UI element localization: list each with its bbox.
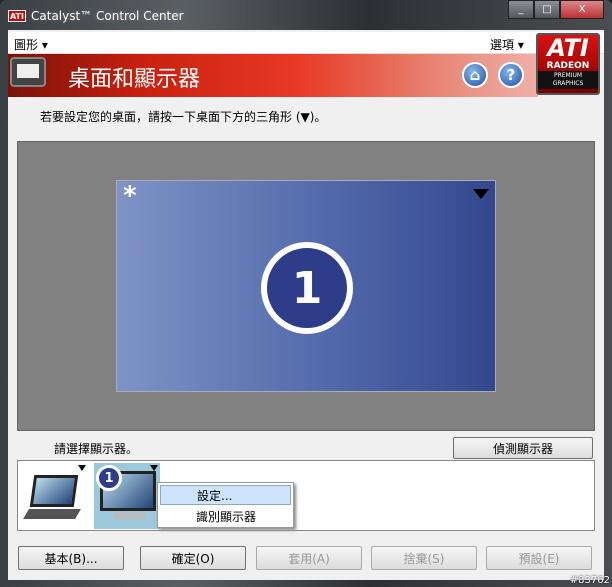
close-button[interactable]: X — [560, 0, 604, 19]
window-title: Catalyst™ Control Center — [31, 9, 184, 23]
select-display-label: 請選擇顯示器。 — [54, 442, 139, 456]
display-number-badge: 1 — [96, 465, 122, 491]
logo-line: RADEON — [546, 61, 590, 71]
dropdown-triangle[interactable] — [150, 465, 158, 471]
desktop-1[interactable]: * 1 — [116, 180, 496, 392]
page-title: 桌面和顯示器 — [68, 67, 201, 92]
menu-options[interactable]: 選項 ▾ — [490, 36, 524, 53]
page-header: 桌面和顯示器 ⌂ ? — [8, 54, 538, 97]
help-icon[interactable]: ? — [498, 62, 524, 88]
display-number-badge: 1 — [261, 242, 353, 334]
detect-displays-button[interactable]: 偵測顯示器 — [453, 437, 593, 459]
basic-button[interactable]: 基本(B)... — [18, 546, 124, 570]
watermark: #83762 — [569, 575, 610, 586]
minimize-button[interactable]: _ — [508, 0, 534, 19]
desktop-menu-triangle[interactable] — [473, 189, 489, 199]
ati-radeon-logo: ATI RADEON PREMIUM GRAPHICS — [536, 33, 600, 95]
ok-button[interactable]: 確定(O) — [140, 546, 246, 570]
desktop-area: * 1 — [17, 141, 595, 431]
window: ATI Catalyst™ Control Center _ □ X 圖形 ▾ … — [0, 0, 612, 587]
dropdown-triangle[interactable] — [78, 465, 86, 471]
menu-graphics[interactable]: 圖形 ▾ — [14, 36, 48, 53]
logo-tag1: PREMIUM — [553, 72, 583, 79]
discard-button[interactable]: 捨棄(S) — [371, 546, 477, 570]
logo-tag2: GRAPHICS — [552, 80, 584, 87]
laptop-icon — [29, 475, 79, 507]
title-bar: ATI Catalyst™ Control Center — [8, 6, 184, 26]
logo-brand: ATI — [547, 34, 589, 62]
defaults-button[interactable]: 預設(E) — [486, 546, 592, 570]
instruction-text: 若要設定您的桌面，請按一下桌面下方的三角形 (▼)。 — [40, 110, 327, 124]
maximize-button[interactable]: □ — [534, 0, 560, 19]
client-area: 圖形 ▾ 選項 ▾ 桌面和顯示器 ⌂ ? ATI RADEON PREMIUM G… — [8, 30, 604, 580]
apply-button[interactable]: 套用(A) — [256, 546, 362, 570]
app-icon: ATI — [8, 10, 26, 22]
desktop-display-icon — [10, 57, 46, 87]
home-icon[interactable]: ⌂ — [462, 62, 488, 88]
context-menu: 設定... 識別顯示器 — [157, 482, 294, 528]
monitor-display-1[interactable]: 1 — [94, 463, 160, 529]
menu-item-identify-display[interactable]: 識別顯示器 — [160, 506, 291, 526]
laptop-display[interactable] — [22, 463, 88, 529]
menu-item-settings[interactable]: 設定... — [160, 485, 291, 505]
menu-bar: 圖形 ▾ 選項 ▾ — [8, 32, 604, 54]
display-list: 1 — [17, 460, 595, 531]
primary-marker: * — [123, 181, 137, 211]
